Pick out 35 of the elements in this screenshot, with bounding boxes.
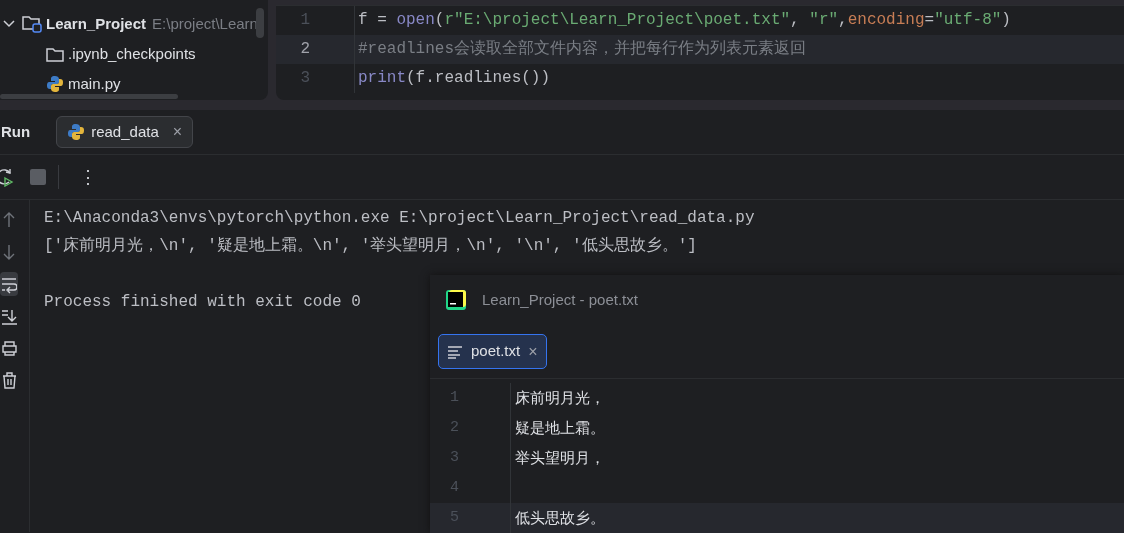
- scrollbar[interactable]: [0, 94, 178, 99]
- tree-item-label[interactable]: Learn_Project: [46, 12, 147, 36]
- printer-icon[interactable]: [1, 338, 17, 358]
- close-button[interactable]: ×: [520, 343, 538, 360]
- line-number: 2: [299, 39, 311, 60]
- code-line: #readlines会读取全部文件内容，并把每行作为列表元素返回: [354, 35, 1124, 64]
- text-line: 床前明月光，: [510, 383, 1124, 413]
- python-icon: [67, 123, 86, 141]
- panel-title: Run: [1, 121, 31, 142]
- text-line: 疑是地上霜。: [510, 413, 1124, 443]
- toggle-button[interactable]: [0, 272, 18, 296]
- window-title: Learn_Project - poet.txt: [482, 289, 638, 310]
- app-logo-icon: [446, 290, 466, 310]
- status-message: Process finished with exit code 0: [44, 292, 361, 313]
- close-button[interactable]: ×: [164, 124, 183, 140]
- tree-item-label[interactable]: main.py: [68, 72, 121, 96]
- tab[interactable]: read_data ×: [56, 115, 194, 149]
- scrollbar[interactable]: [256, 8, 264, 38]
- arrow-up-icon[interactable]: [1, 210, 17, 230]
- folder-icon: [46, 46, 64, 62]
- text-line: 低头思故乡。: [510, 503, 1124, 533]
- python-icon: [46, 75, 64, 93]
- arrow-down-icon[interactable]: [1, 242, 17, 262]
- more-button[interactable]: ⋮: [71, 168, 97, 186]
- console-line: ['床前明月光，\n', '疑是地上霜。\n', '举头望明月，\n', '\n', '低头思故乡。']: [44, 235, 697, 257]
- folder-icon: [22, 15, 42, 33]
- project-path: E:\project\Learn: [152, 13, 258, 34]
- trash-icon[interactable]: [1, 370, 17, 390]
- code-line: print(f.readlines()): [354, 64, 1124, 93]
- console-line: E:\Anaconda3\envs\pytorch\python.exe E:\project\Learn_Project\read_data.py: [44, 208, 755, 229]
- tab[interactable]: poet.txt ×: [438, 334, 547, 369]
- text-file-icon: [447, 344, 463, 359]
- rerun-icon[interactable]: [0, 167, 14, 187]
- tree-item-label[interactable]: .ipynb_checkpoints: [68, 42, 196, 66]
- text-line: 举头望明月，: [510, 443, 1124, 473]
